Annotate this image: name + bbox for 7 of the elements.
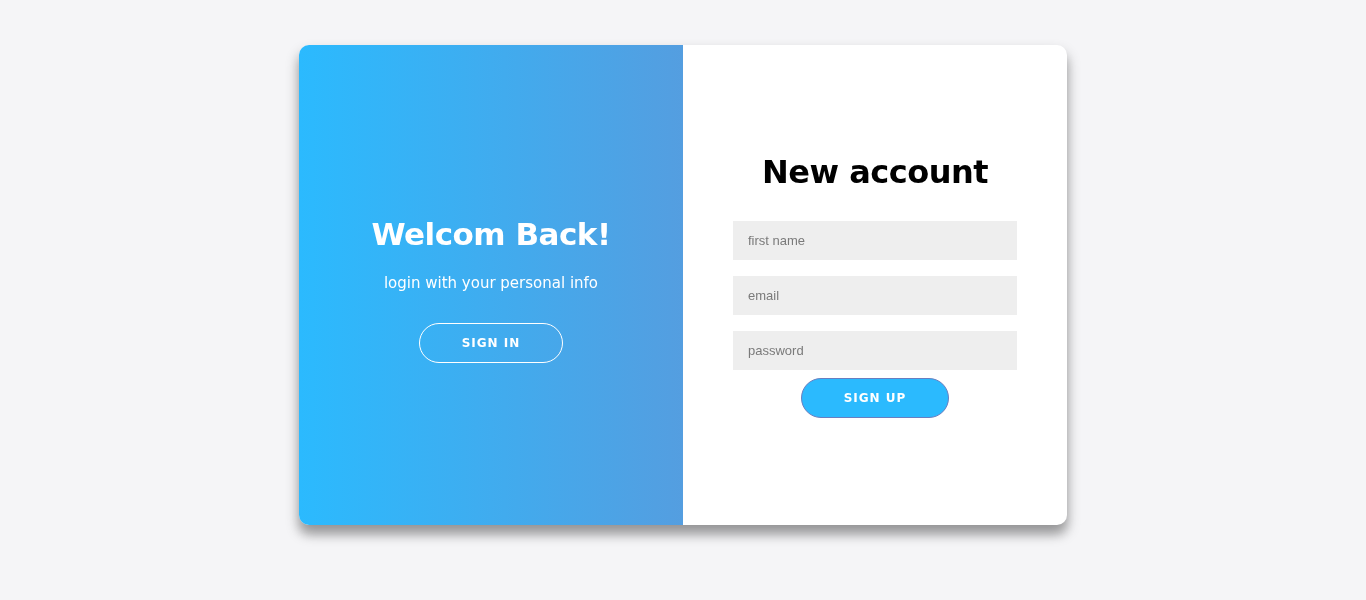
form-title: New account	[761, 153, 989, 191]
sign-up-button[interactable]: SIGN UP	[801, 378, 949, 418]
panel-subtitle: login with your personal info	[383, 273, 599, 292]
panel-title: Welcom Back!	[371, 215, 611, 252]
input-field[interactable]: password	[733, 331, 1017, 370]
input-field[interactable]: first name	[733, 221, 1017, 260]
input-field[interactable]: email	[733, 276, 1017, 315]
